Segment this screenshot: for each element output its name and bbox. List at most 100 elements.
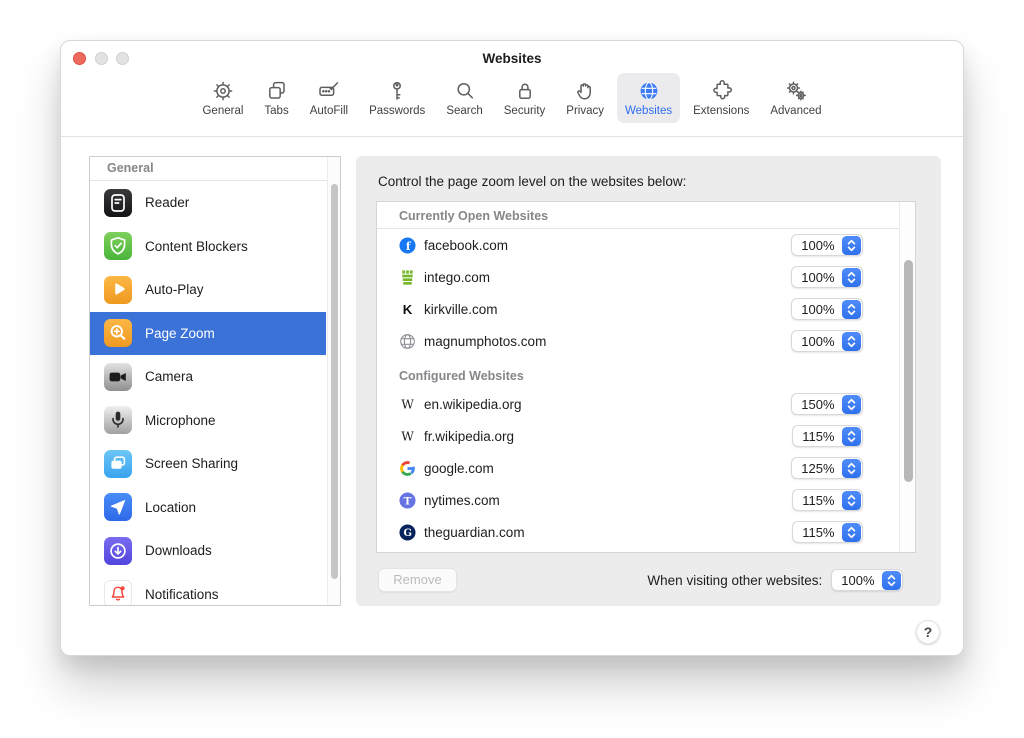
screenshot-stage: Websites General Tabs [0, 0, 1024, 738]
listbox-scrollbar[interactable] [899, 202, 915, 552]
zoom-stepper[interactable]: 115% [792, 489, 863, 511]
toolbar-divider [61, 136, 963, 137]
facebook-icon: f [399, 237, 416, 254]
zoom-value: 100% [792, 302, 841, 317]
tab-autofill[interactable]: AutoFill [302, 73, 356, 123]
window-title: Websites [61, 51, 963, 66]
tab-security[interactable]: Security [496, 73, 554, 123]
google-icon [399, 460, 416, 477]
other-websites-zoom-stepper[interactable]: 100% [831, 569, 903, 591]
globe-gray-icon [399, 333, 416, 350]
svg-text:W: W [401, 397, 414, 411]
listbox-scrollbar-thumb[interactable] [904, 260, 913, 482]
safari-preferences-window: Websites General Tabs [60, 40, 964, 656]
sidebar-item-label: Downloads [145, 543, 212, 558]
tab-label: General [202, 105, 243, 117]
remove-button[interactable]: Remove [378, 568, 457, 592]
site-name: theguardian.com [424, 525, 792, 540]
site-name: intego.com [424, 270, 791, 285]
tab-label: AutoFill [310, 105, 348, 117]
sidebar-item-label: Reader [145, 195, 189, 210]
table-row[interactable]: google.com 125% [377, 452, 915, 484]
tab-general[interactable]: General [194, 73, 251, 123]
stepper-chevrons-icon[interactable] [882, 571, 901, 590]
stepper-chevrons-icon[interactable] [842, 395, 861, 414]
table-row[interactable]: W en.wikipedia.org 150% [377, 388, 915, 420]
sidebar-item-content-blockers[interactable]: Content Blockers [90, 225, 326, 269]
sidebar-item-downloads[interactable]: Downloads [90, 529, 326, 573]
svg-text:T: T [404, 495, 412, 507]
sidebar-section-header: General [90, 157, 340, 181]
table-row[interactable]: T nytimes.com 115% [377, 484, 915, 516]
stepper-chevrons-icon[interactable] [842, 332, 861, 351]
stepper-chevrons-icon[interactable] [842, 236, 861, 255]
sidebar-item-page-zoom[interactable]: Page Zoom [90, 312, 326, 356]
sidebar-scrollbar[interactable] [327, 157, 340, 605]
stepper-chevrons-icon[interactable] [842, 427, 861, 446]
table-row[interactable]: W fr.wikipedia.org 115% [377, 420, 915, 452]
shield-check-icon [104, 232, 132, 260]
zoom-stepper[interactable]: 115% [792, 521, 863, 543]
tab-label: Tabs [264, 105, 288, 117]
zoom-stepper[interactable]: 125% [791, 457, 863, 479]
table-row[interactable]: magnumphotos.com 100% [377, 325, 915, 357]
table-row[interactable]: G theguardian.com 115% [377, 516, 915, 548]
sidebar-item-screen-sharing[interactable]: Screen Sharing [90, 442, 326, 486]
table-row[interactable]: intego.com 100% [377, 261, 915, 293]
zoom-value: 100% [792, 270, 841, 285]
table-row[interactable]: K kirkville.com 100% [377, 293, 915, 325]
sidebar-item-auto-play[interactable]: Auto-Play [90, 268, 326, 312]
magnifier-plus-icon [104, 319, 132, 347]
tab-advanced[interactable]: Advanced [762, 73, 829, 123]
tab-websites[interactable]: Websites [617, 73, 680, 123]
websites-listbox: Currently Open Websites f facebook.com 1… [376, 201, 916, 553]
bell-icon [104, 580, 132, 606]
site-name: en.wikipedia.org [424, 397, 791, 412]
tab-extensions[interactable]: Extensions [685, 73, 757, 123]
sidebar-scrollbar-thumb[interactable] [331, 184, 338, 579]
tab-search[interactable]: Search [438, 73, 490, 123]
tab-privacy[interactable]: Privacy [558, 73, 612, 123]
site-name: magnumphotos.com [424, 334, 791, 349]
sidebar-item-reader[interactable]: Reader [90, 181, 326, 225]
tab-tabs[interactable]: Tabs [256, 73, 296, 123]
sidebar-item-label: Microphone [145, 413, 216, 428]
sidebar-item-microphone[interactable]: Microphone [90, 399, 326, 443]
sidebar-item-camera[interactable]: Camera [90, 355, 326, 399]
sidebar-item-location[interactable]: Location [90, 486, 326, 530]
help-button[interactable]: ? [916, 620, 940, 644]
stepper-chevrons-icon[interactable] [842, 268, 861, 287]
zoom-stepper[interactable]: 100% [791, 298, 863, 320]
tab-passwords[interactable]: Passwords [361, 73, 433, 123]
stepper-chevrons-icon[interactable] [842, 523, 861, 542]
zoom-stepper[interactable]: 115% [792, 425, 863, 447]
other-websites-group: When visiting other websites: 100% [647, 568, 903, 592]
zoom-stepper[interactable]: 100% [791, 330, 863, 352]
gears-icon [784, 79, 808, 103]
zoom-stepper[interactable]: 100% [791, 234, 863, 256]
zoom-value: 115% [793, 525, 841, 540]
svg-text:G: G [404, 528, 412, 539]
stepper-chevrons-icon[interactable] [842, 459, 861, 478]
sidebar-item-label: Location [145, 500, 196, 515]
zoom-stepper[interactable]: 100% [791, 266, 863, 288]
stepper-chevrons-icon[interactable] [842, 491, 861, 510]
nytimes-icon: T [399, 492, 416, 509]
tab-label: Advanced [770, 105, 821, 117]
guardian-icon: G [399, 524, 416, 541]
lock-icon [513, 79, 537, 103]
zoom-value: 115% [793, 429, 841, 444]
stepper-chevrons-icon[interactable] [842, 300, 861, 319]
preferences-toolbar: General Tabs AutoFill [61, 73, 963, 123]
section-header-configured: Configured Websites [377, 357, 915, 388]
page-zoom-panel: Control the page zoom level on the websi… [356, 156, 941, 606]
tab-label: Passwords [369, 105, 425, 117]
zoom-value: 100% [832, 573, 881, 588]
site-name: kirkville.com [424, 302, 791, 317]
other-websites-label: When visiting other websites: [647, 573, 822, 588]
sidebar-item-notifications[interactable]: Notifications [90, 573, 326, 607]
camera-icon [104, 363, 132, 391]
zoom-stepper[interactable]: 150% [791, 393, 863, 415]
kirkville-icon: K [399, 301, 416, 318]
table-row[interactable]: f facebook.com 100% [377, 229, 915, 261]
